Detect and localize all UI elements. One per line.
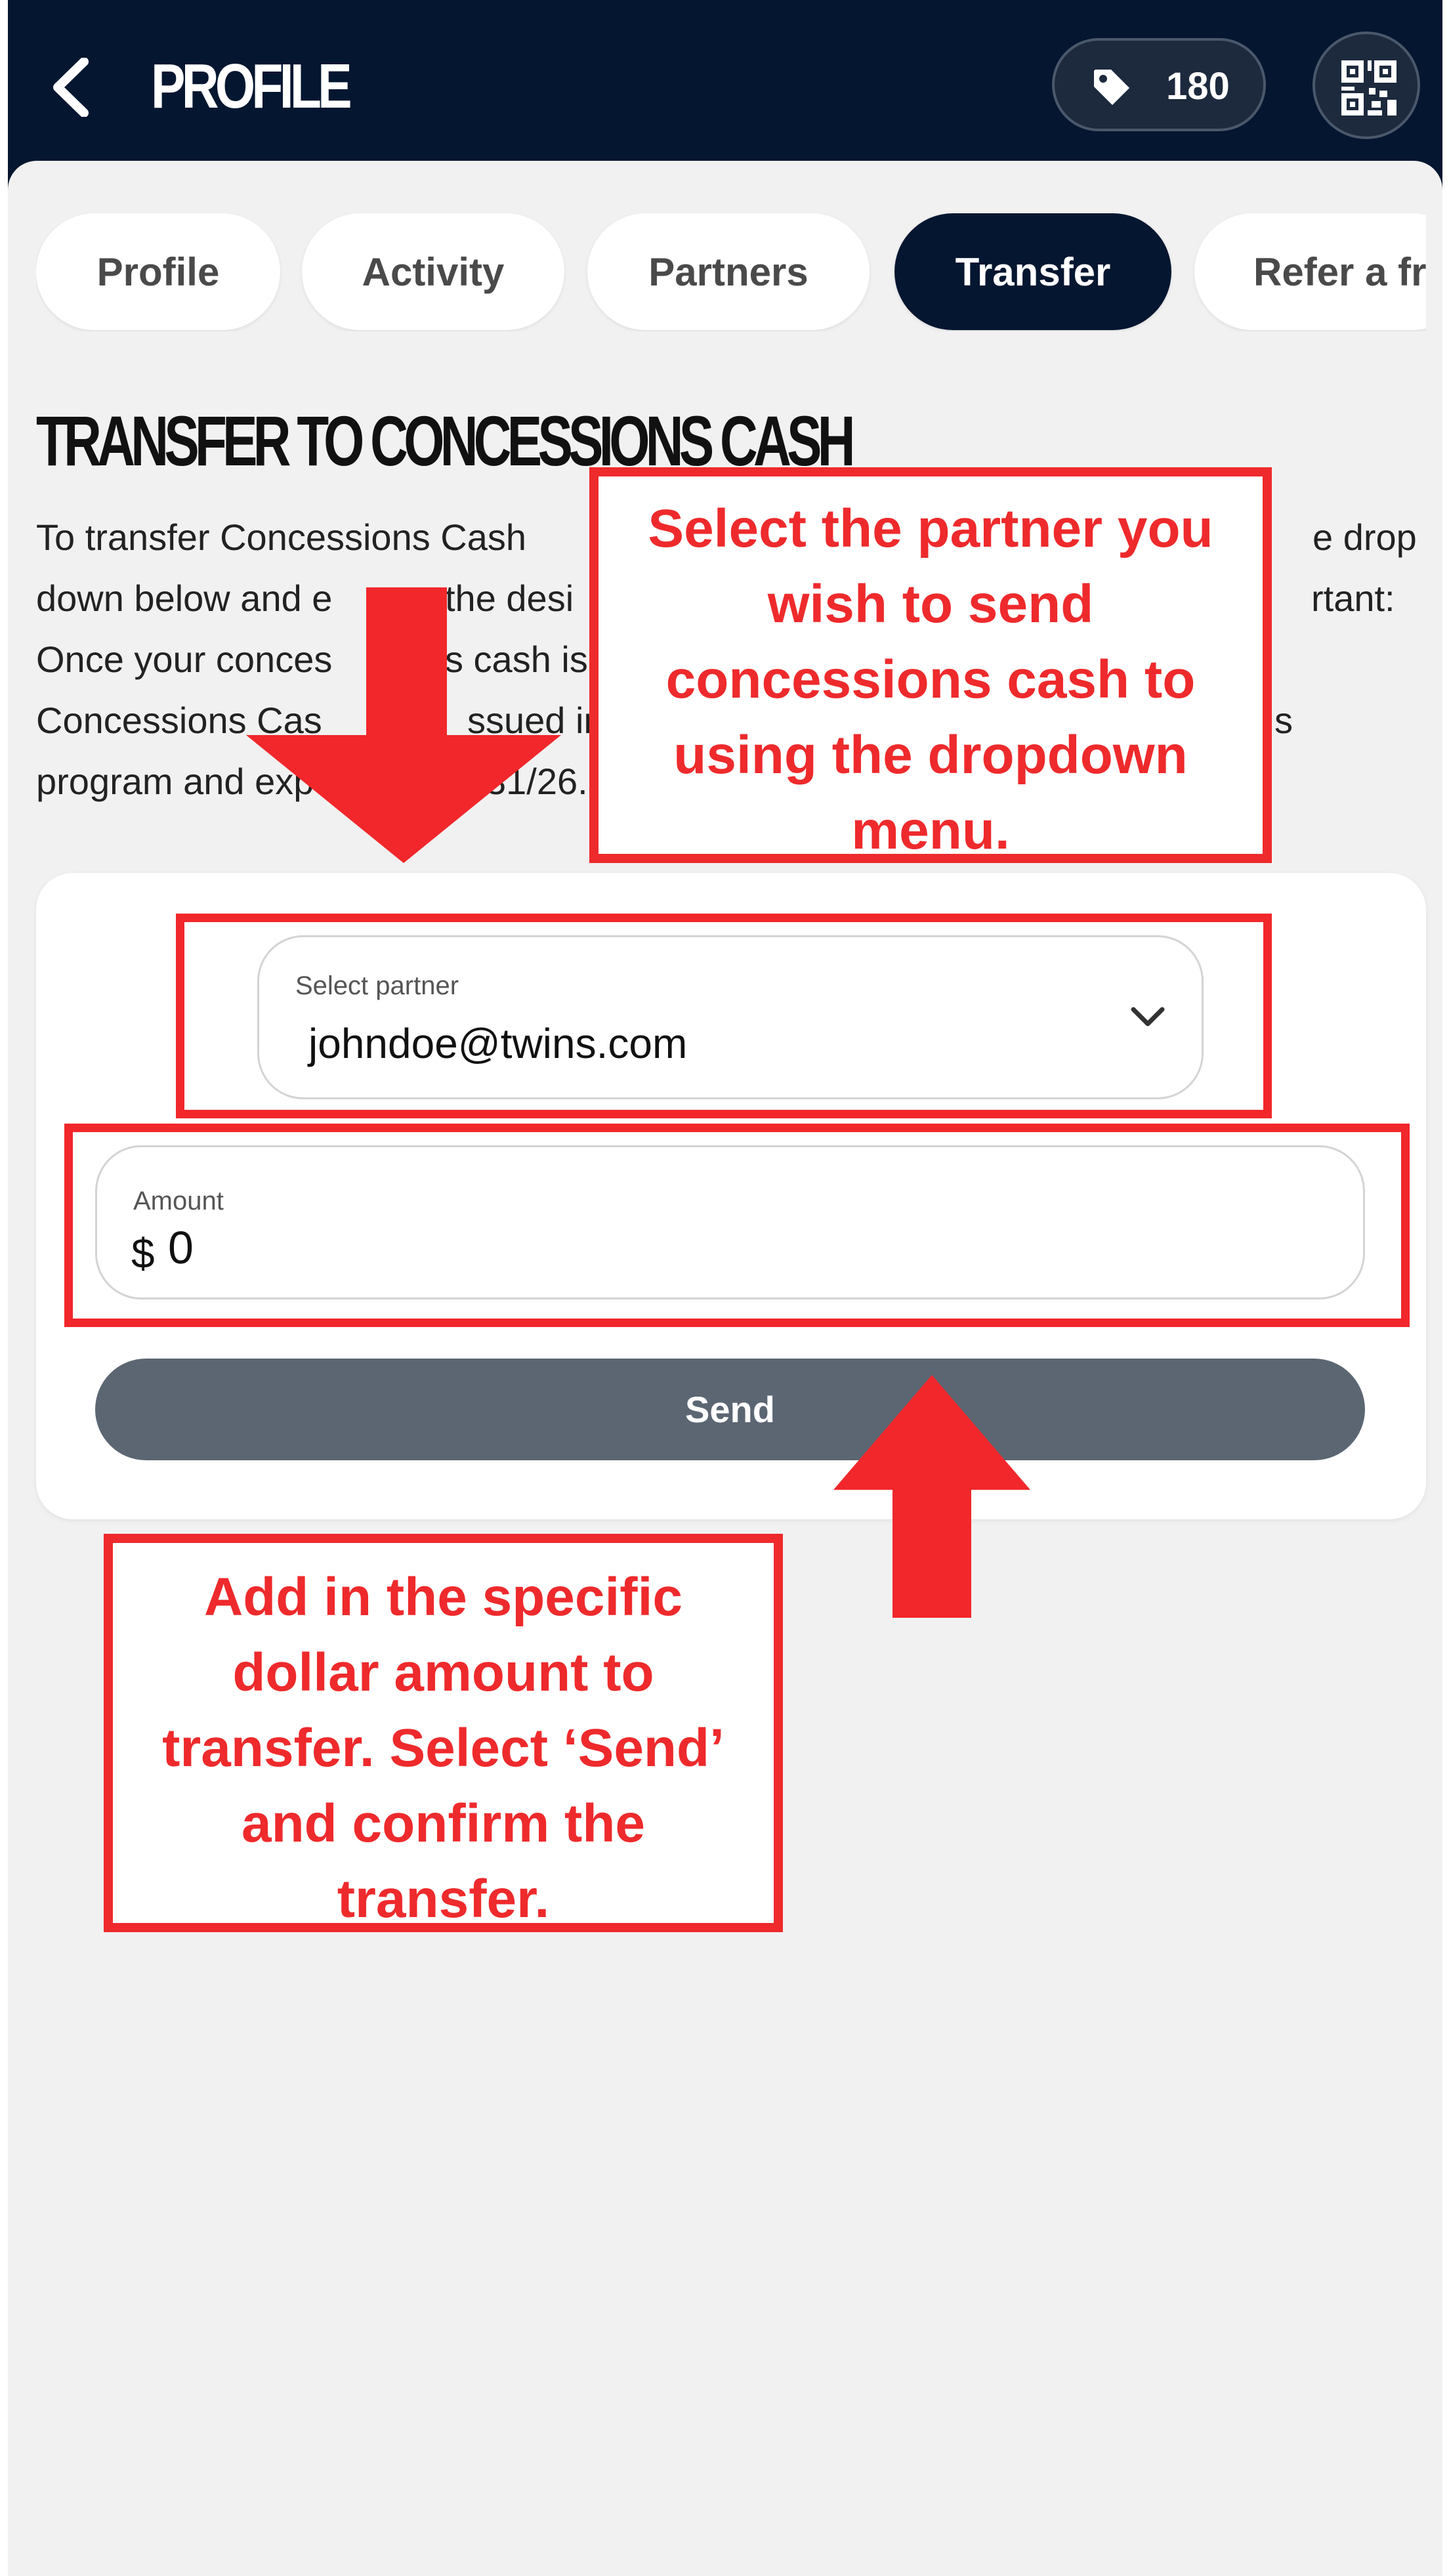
tab-profile[interactable]: Profile — [36, 213, 280, 330]
frame-edge-right — [1442, 0, 1449, 2576]
callout-line: and confirm the — [241, 1794, 646, 1853]
callout-line: Add in the specific — [204, 1567, 682, 1627]
callout-line: transfer. — [337, 1869, 550, 1929]
description-fragment: e drop — [1312, 517, 1417, 558]
callout-line: using the dropdown — [673, 725, 1188, 785]
page-title: PROFILE — [151, 51, 352, 121]
callout-line: concessions cash to — [665, 650, 1196, 709]
partner-instruction-callout: Select the partner you wish to send conc… — [589, 467, 1272, 863]
callout-line: menu. — [851, 801, 1010, 860]
frame-edge-left — [0, 0, 8, 2576]
tab-partners[interactable]: Partners — [587, 213, 870, 330]
description-fragment: rtant: — [1311, 578, 1395, 619]
tab-activity[interactable]: Activity — [302, 213, 564, 330]
callout-line: transfer. Select ‘Send’ — [162, 1718, 724, 1778]
points-badge[interactable]: 180 — [1052, 38, 1266, 131]
tab-transfer[interactable]: Transfer — [894, 213, 1171, 330]
partner-highlight-box — [176, 914, 1272, 1118]
tab-bar: Profile Activity Partners Transfer Refer… — [36, 213, 1426, 331]
callout-line: dollar amount to — [232, 1643, 654, 1702]
qr-code-button[interactable] — [1312, 32, 1420, 139]
amount-instruction-callout: Add in the specific dollar amount to tra… — [104, 1534, 783, 1932]
points-value: 180 — [1166, 65, 1230, 108]
description-fragment: s — [1274, 700, 1293, 741]
tab-refer[interactable]: Refer a fr — [1194, 213, 1426, 330]
arrow-up-icon — [833, 1375, 1030, 1618]
arrow-down-icon — [246, 587, 561, 863]
send-button[interactable]: Send — [95, 1359, 1365, 1460]
callout-line: Select the partner you — [648, 499, 1213, 559]
back-chevron-icon[interactable] — [46, 58, 98, 117]
amount-highlight-box — [64, 1124, 1410, 1327]
qr-code-icon — [1341, 60, 1396, 116]
tag-icon — [1094, 70, 1129, 105]
callout-line: wish to send — [767, 574, 1094, 634]
